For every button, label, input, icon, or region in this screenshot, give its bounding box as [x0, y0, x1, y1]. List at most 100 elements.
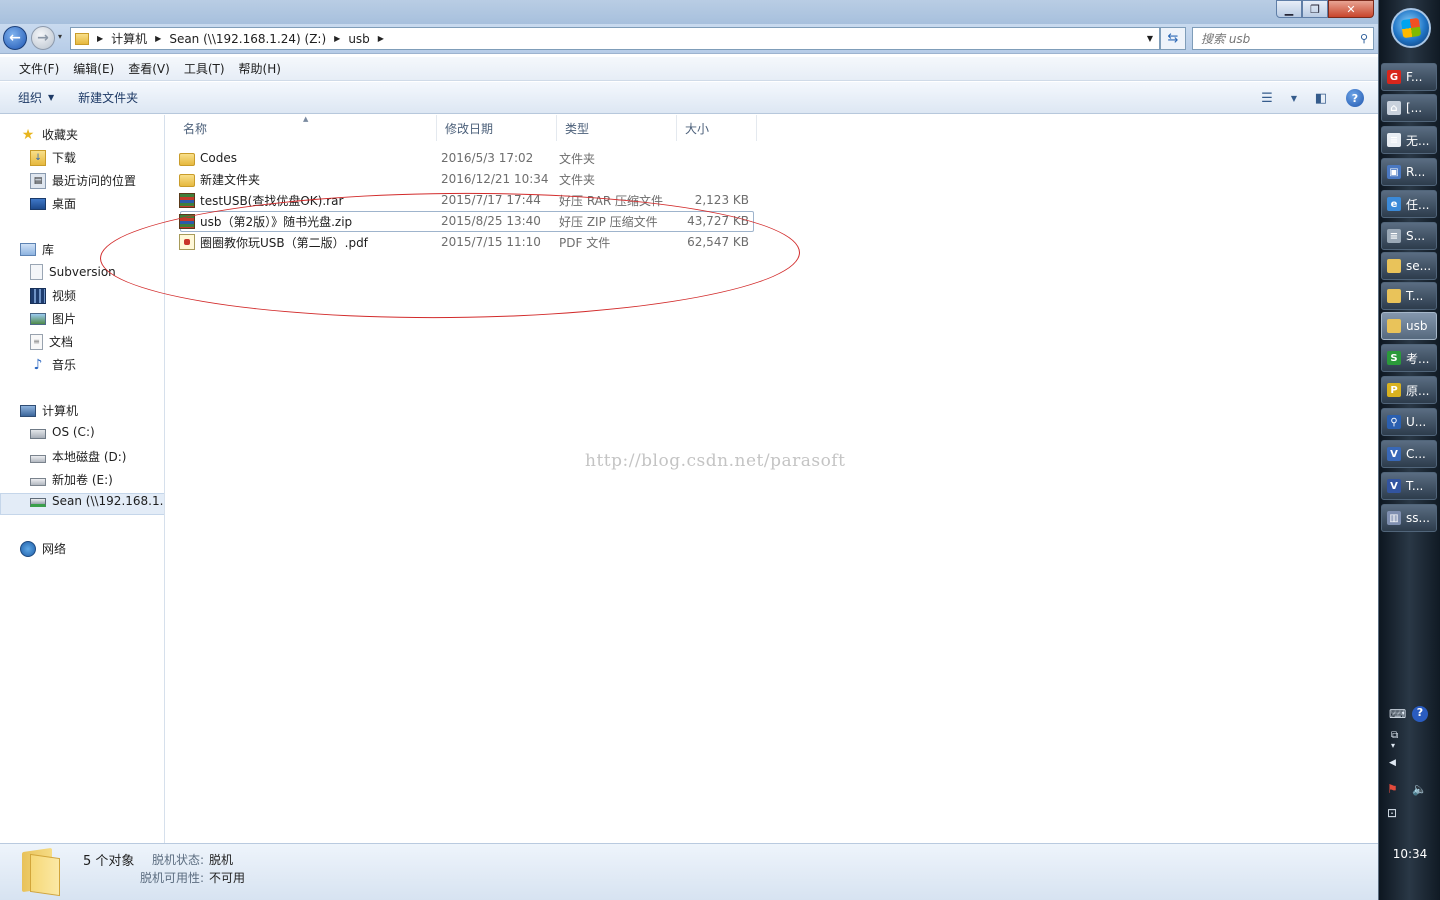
taskbar-button[interactable]: ▣ R... [1381, 158, 1437, 186]
search-box: ⚲ [1192, 27, 1374, 50]
taskbar-button-label: ss... [1406, 511, 1430, 525]
menu-bar: 文件(F) 编辑(E) 查看(V) 工具(T) 帮助(H) [0, 57, 1378, 81]
nav-item-pictures[interactable]: 图片 [30, 310, 76, 327]
taskbar-button[interactable]: ⚲ U... [1381, 408, 1437, 436]
title-bar[interactable]: ▁ ❐ ✕ [0, 0, 1378, 24]
taskbar-button-label: T... [1406, 479, 1424, 493]
taskbar-button[interactable]: ▥ ss... [1381, 504, 1437, 532]
start-button[interactable] [1391, 8, 1431, 48]
menu-tools[interactable]: 工具(T) [177, 60, 232, 77]
column-size[interactable]: 大小 [677, 115, 757, 141]
breadcrumb-arrow-icon[interactable]: ▶ [97, 34, 103, 43]
search-input[interactable] [1201, 31, 1351, 46]
taskbar-button-label: R... [1406, 165, 1426, 179]
recent-pages-dropdown[interactable]: ▾ [58, 32, 62, 41]
taskbar-button[interactable]: ≡ S... [1381, 222, 1437, 250]
maximize-button[interactable]: ❐ [1302, 0, 1328, 18]
breadcrumb-arrow-icon[interactable]: ▶ [378, 34, 384, 43]
column-type[interactable]: 类型 [557, 115, 677, 141]
hard-drive-icon [30, 454, 46, 463]
keyboard-icon[interactable]: ⌨ [1389, 707, 1406, 721]
nav-item-recent-places[interactable]: ▤ 最近访问的位置 [30, 172, 136, 189]
nav-item-network-drive-z[interactable]: Sean (\\192.168.1.24) (Z:) [30, 494, 164, 508]
taskbar-button[interactable]: ≡ 无... [1381, 126, 1437, 154]
taskbar-button[interactable]: e 任... [1381, 190, 1437, 218]
search-icon[interactable]: ⚲ [1360, 32, 1368, 45]
file-name: usb（第2版）》随书光盘.zip [200, 214, 353, 229]
nav-label: Subversion [49, 265, 116, 279]
nav-item-videos[interactable]: 视频 [30, 287, 76, 304]
file-name: Codes [200, 151, 237, 165]
folder-icon [179, 173, 195, 187]
breadcrumb-item[interactable]: Sean (\\192.168.1.24) (Z:) [169, 28, 326, 49]
taskbar-button-label: 任... [1406, 197, 1430, 212]
network-status-icon[interactable]: ⊡ [1387, 806, 1397, 820]
file-row[interactable]: Codes 2016/5/3 17:02 文件夹 [179, 148, 749, 168]
help-icon[interactable]: ? [1412, 706, 1428, 722]
menu-view[interactable]: 查看(V) [121, 60, 177, 77]
pdf-file-icon [179, 234, 195, 250]
breadcrumb-item[interactable]: usb [348, 28, 369, 49]
breadcrumb-arrow-icon[interactable]: ▶ [155, 34, 161, 43]
nav-item-subversion[interactable]: Subversion [30, 264, 116, 280]
address-bar[interactable]: ▶ 计算机 ▶ Sean (\\192.168.1.24) (Z:) ▶ usb… [70, 27, 1160, 50]
file-row[interactable]: 新建文件夹 2016/12/21 10:34 文件夹 [179, 169, 749, 189]
column-date[interactable]: 修改日期 [437, 115, 557, 141]
view-options-button[interactable]: ▼ [1286, 86, 1302, 110]
nav-favorites[interactable]: ★ 收藏夹 [20, 126, 78, 143]
refresh-button[interactable]: ⇆ [1160, 27, 1186, 50]
nav-libraries[interactable]: 库 [20, 241, 54, 258]
taskbar-button[interactable]: usb [1381, 312, 1437, 340]
menu-help[interactable]: 帮助(H) [232, 60, 288, 77]
back-button[interactable]: ← [3, 26, 27, 50]
organize-button[interactable]: 组织 ▼ [10, 89, 62, 106]
help-button[interactable]: ? [1346, 89, 1364, 107]
taskbar-button[interactable]: V T... [1381, 472, 1437, 500]
nav-item-desktop[interactable]: 桌面 [30, 195, 76, 212]
taskbar-button[interactable]: V C... [1381, 440, 1437, 468]
breadcrumb-arrow-icon[interactable]: ▶ [334, 34, 340, 43]
nav-item-documents[interactable]: ≡ 文档 [30, 333, 73, 350]
action-center-flag-icon[interactable]: ⚑ [1387, 782, 1398, 796]
restore-language-bar-icon[interactable]: ⧉ [1391, 730, 1398, 741]
nav-item-downloads[interactable]: ↓ 下载 [30, 149, 76, 166]
taskbar-button[interactable]: se... [1381, 252, 1437, 280]
show-hidden-icons-icon[interactable]: ◀ [1389, 758, 1396, 768]
forward-button[interactable]: → [31, 26, 55, 50]
file-row[interactable]: testUSB(查找优盘OK).rar 2015/7/17 17:44 好压 R… [179, 190, 749, 210]
taskbar-button[interactable]: ⌂ [... [1381, 94, 1437, 122]
new-folder-button[interactable]: 新建文件夹 [70, 89, 146, 106]
change-view-button[interactable]: ☰ [1252, 86, 1282, 110]
minimize-button[interactable]: ▁ [1276, 0, 1302, 18]
offline-availability-value: 不可用 [209, 871, 246, 885]
view-controls: ☰ ▼ ◧ ? [1252, 82, 1378, 114]
folder-icon [179, 152, 195, 166]
chevron-down-icon[interactable]: ▾ [1391, 741, 1395, 750]
menu-edit[interactable]: 编辑(E) [66, 60, 121, 77]
preview-pane-icon: ◧ [1314, 90, 1328, 106]
file-row[interactable]: 圈圈教你玩USB（第二版）.pdf 2015/7/15 11:10 PDF 文件… [179, 232, 749, 252]
file-date: 2016/5/3 17:02 [441, 151, 534, 165]
nav-item-drive-d[interactable]: 本地磁盘 (D:) [30, 448, 126, 465]
nav-item-drive-e[interactable]: 新加卷 (E:) [30, 471, 113, 488]
preview-pane-button[interactable]: ◧ [1306, 86, 1336, 110]
taskbar-button[interactable]: S 考... [1381, 344, 1437, 372]
address-dropdown-icon[interactable]: ▼ [1147, 34, 1153, 43]
taskbar-button[interactable]: T... [1381, 282, 1437, 310]
taskbar-button[interactable]: G F... [1381, 63, 1437, 91]
close-button[interactable]: ✕ [1328, 0, 1374, 18]
nav-item-music[interactable]: ♪ 音乐 [30, 356, 76, 373]
file-row[interactable]: usb（第2版）》随书光盘.zip 2015/8/25 13:40 好压 ZIP… [179, 211, 749, 231]
system-drive-icon [30, 429, 46, 439]
library-icon [20, 243, 36, 256]
nav-computer[interactable]: 计算机 [20, 402, 78, 419]
nav-network[interactable]: 网络 [20, 540, 66, 557]
volume-icon[interactable]: 🔈 [1412, 782, 1427, 796]
clock[interactable]: 10:34 [1379, 847, 1440, 861]
offline-availability-label: 脱机可用性: [140, 871, 205, 885]
breadcrumb-item[interactable]: 计算机 [111, 28, 147, 49]
file-type: 好压 RAR 压缩文件 [559, 193, 664, 208]
taskbar-button[interactable]: P 原... [1381, 376, 1437, 404]
nav-item-drive-c[interactable]: OS (C:) [30, 425, 95, 439]
menu-file[interactable]: 文件(F) [12, 60, 66, 77]
